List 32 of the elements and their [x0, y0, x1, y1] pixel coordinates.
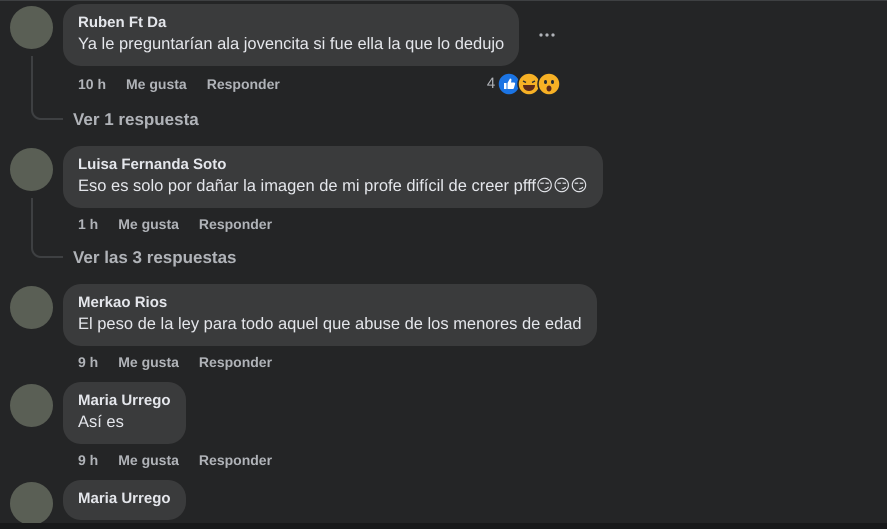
comment-text: Ya le preguntarían ala jovencita si fue ella la que lo dedujo [78, 34, 504, 55]
timestamp-link[interactable]: 10 h [78, 74, 106, 94]
timestamp-link[interactable]: 1 h [78, 214, 98, 234]
reply-link[interactable]: Responder [198, 450, 272, 470]
avatar-placeholder[interactable] [10, 482, 53, 523]
timestamp-link[interactable]: 9 h [78, 450, 98, 470]
comment-text: Eso es solo por dañar la imagen de mi profe difícil de creer pfff😏😏😏 [78, 176, 588, 197]
like-link[interactable]: Me gusta [118, 214, 179, 234]
more-icon [539, 33, 556, 37]
avatar-placeholder[interactable] [10, 148, 53, 191]
comment-text: Así es [78, 412, 125, 433]
view-replies-link[interactable]: Ver 1 respuesta [73, 108, 562, 132]
avatar-placeholder[interactable] [10, 286, 53, 329]
timestamp-link[interactable]: 9 h [78, 352, 98, 372]
like-link[interactable]: Me gusta [126, 74, 187, 94]
thread-line [31, 198, 63, 258]
comment-text: El peso de la ley para todo aquel que abuse de los menores de edad [78, 314, 582, 335]
author-name[interactable]: Maria Urrego [78, 489, 171, 509]
reply-link[interactable]: Responder [198, 352, 272, 372]
author-name[interactable]: Ruben Ft Da [78, 13, 504, 33]
reply-link[interactable]: Responder [206, 74, 280, 94]
author-name[interactable]: Luisa Fernanda Soto [78, 155, 588, 175]
reaction-count[interactable]: 4 [486, 74, 496, 94]
like-link[interactable]: Me gusta [118, 450, 179, 470]
author-name[interactable]: Maria Urrego [78, 391, 171, 411]
like-link[interactable]: Me gusta [118, 352, 179, 372]
avatar-placeholder[interactable] [10, 6, 53, 49]
reply-link[interactable]: Responder [198, 214, 272, 234]
view-replies-link[interactable]: Ver las 3 respuestas [73, 246, 603, 270]
avatar-placeholder[interactable] [10, 384, 53, 427]
thread-line [31, 56, 63, 120]
author-name[interactable]: Merkao Rios [78, 293, 582, 313]
